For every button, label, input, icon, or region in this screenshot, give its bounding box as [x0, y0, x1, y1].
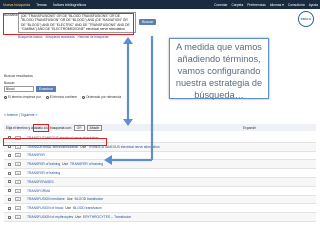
callout-annotation: A medida que vamos añadiendo términos, v…	[169, 38, 269, 100]
add-button[interactable]: Añadir	[86, 124, 103, 131]
search-query-highlight	[3, 13, 134, 35]
checkbox[interactable]	[8, 180, 11, 184]
selected-term-highlight	[3, 138, 107, 146]
list-item: + TRANSFERASES	[4, 177, 316, 187]
radio-icon	[45, 95, 49, 99]
list-item: + TRANSFER	[4, 152, 316, 161]
link-help[interactable]: Ayuda	[307, 3, 320, 7]
add-terms-bar: Elija el término y añádalo a la búsqueda…	[4, 124, 316, 131]
list-item: + TRANSFORMA	[4, 187, 316, 196]
list-item: + TRANSFER of training Use TRANSFER of trai…	[4, 160, 316, 170]
link-languages[interactable]: Idiomas ▾	[268, 3, 286, 7]
expand-toggle-icon[interactable]: +	[15, 179, 21, 184]
expand-toggle-icon[interactable]: +	[15, 206, 21, 211]
list-item: + TRANSFUSION of erythrocytes Use ERYTHROCY…	[4, 213, 316, 222]
explore-button[interactable]: Examinar	[36, 86, 56, 92]
pagination[interactable]: « Anterior | Siguiente »	[4, 113, 37, 117]
tab-bibliographic-indexes[interactable]: Índices bibliográficos	[50, 3, 89, 7]
link-sign-in[interactable]: Conectar	[212, 3, 229, 7]
search-for-label: Buscar:	[4, 81, 16, 85]
advanced-search-link[interactable]: Búsqueda avanzada	[45, 35, 74, 39]
radio-icon	[82, 95, 86, 99]
list-item: + TRANSFUSION of blood Use BLOOD transfusio…	[4, 204, 316, 214]
list-item: + TRANSFER of training	[4, 169, 316, 178]
expand-toggle-icon[interactable]: +	[15, 171, 21, 176]
radio-starts-with[interactable]: El término empieza por	[4, 95, 41, 99]
tab-subjects[interactable]: Temas	[33, 3, 50, 7]
link-consulting[interactable]: Consultoría	[286, 3, 307, 7]
checkbox[interactable]	[8, 162, 11, 166]
expand-toggle-icon[interactable]: +	[15, 215, 21, 220]
expand-toggle-icon[interactable]: +	[15, 197, 21, 202]
radio-icon	[4, 95, 7, 99]
checkbox[interactable]	[8, 197, 11, 201]
top-navigation-bar: Nueva búsqueda Temas Índices bibliográfi…	[0, 0, 320, 9]
checkbox[interactable]	[8, 171, 11, 175]
expand-toggle-icon[interactable]: +	[15, 188, 21, 193]
add-button-highlight	[33, 124, 49, 132]
checkbox[interactable]	[8, 215, 11, 219]
radio-relevance[interactable]: Ordenado por relevancia	[82, 95, 121, 99]
radio-contains[interactable]: El término contiene	[45, 95, 77, 99]
checkbox[interactable]	[8, 189, 11, 193]
term-input[interactable]: Blood	[4, 86, 34, 92]
checkbox[interactable]	[8, 153, 11, 157]
expand-toggle-icon[interactable]: +	[15, 153, 21, 158]
basic-search-link[interactable]: Búsqueda básica	[18, 35, 42, 39]
ebsco-logo: EBSCO	[298, 11, 314, 27]
search-button[interactable]: Buscar	[139, 19, 157, 25]
search-mode-radios: El término empieza por El término contie…	[4, 95, 121, 99]
list-item: + TRANSFUSION medicine Use BLOOD transfusio…	[4, 195, 316, 205]
link-preferences[interactable]: Preferencias	[245, 3, 268, 7]
checkbox[interactable]	[8, 206, 11, 210]
expand-toggle-icon[interactable]: +	[15, 162, 21, 167]
results-title: Buscar resultados	[4, 74, 33, 78]
results-list: + TRANSCUTANEOUS electrical nerve stimula…	[4, 134, 316, 222]
tab-new-search[interactable]: Nueva búsqueda	[0, 3, 33, 7]
search-history-link[interactable]: Historial de búsqueda	[78, 35, 109, 39]
expand-label: Expandir	[242, 125, 256, 130]
link-folder[interactable]: Carpeta	[229, 3, 245, 7]
boolean-operator-select[interactable]: OR	[73, 124, 85, 131]
